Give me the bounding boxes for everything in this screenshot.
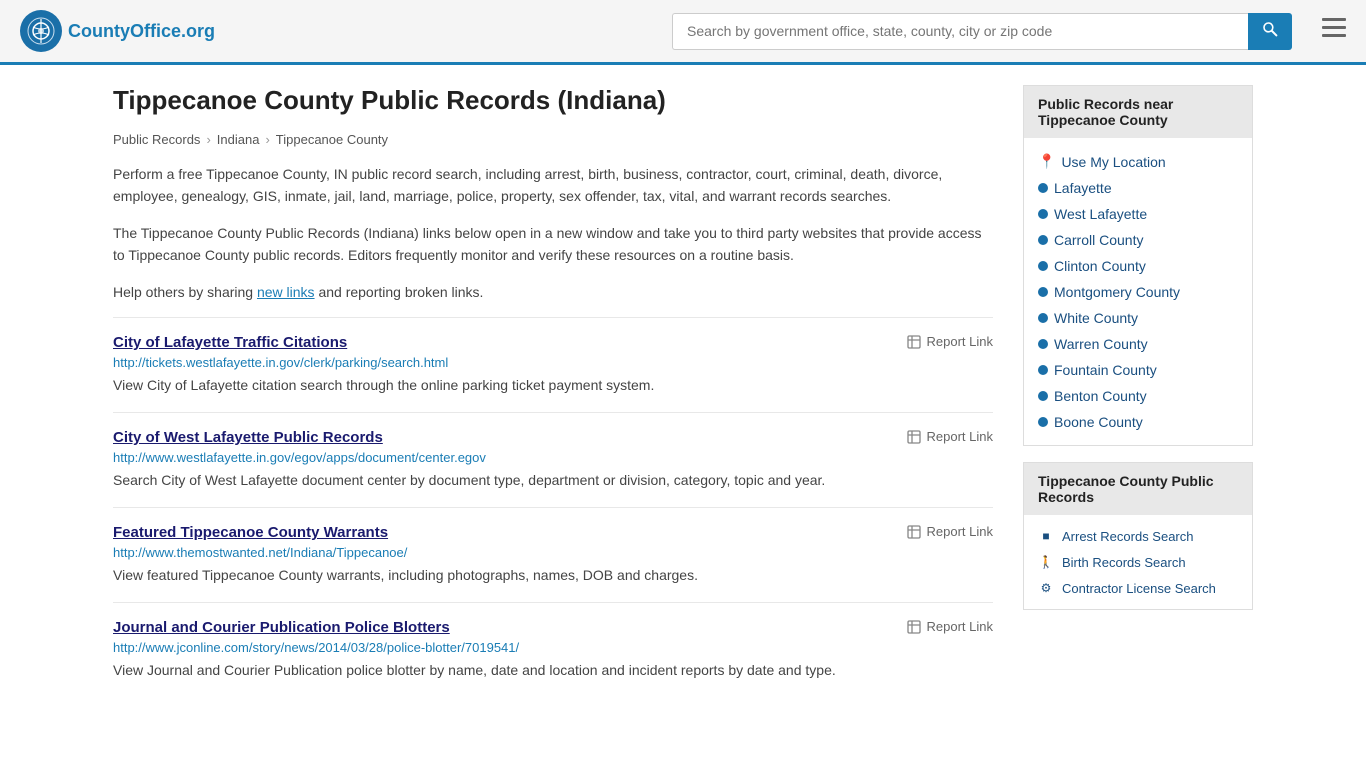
record-url-1[interactable]: http://www.westlafayette.in.gov/egov/app… (113, 450, 993, 465)
record-url-3[interactable]: http://www.jconline.com/story/news/2014/… (113, 640, 993, 655)
sidebar-record-item-0[interactable]: ■Arrest Records Search (1038, 523, 1238, 549)
record-url-2[interactable]: http://www.themostwanted.net/Indiana/Tip… (113, 545, 993, 560)
records-section: Tippecanoe County Public Records ■Arrest… (1023, 462, 1253, 610)
nearby-link-0[interactable]: Lafayette (1038, 175, 1238, 201)
breadcrumb-current: Tippecanoe County (276, 132, 388, 147)
breadcrumb-indiana[interactable]: Indiana (217, 132, 260, 147)
dot-icon (1038, 209, 1048, 219)
dot-icon (1038, 183, 1048, 193)
report-link-3[interactable]: Report Link (906, 619, 993, 635)
dot-icon (1038, 417, 1048, 427)
logo-icon (20, 10, 62, 52)
search-button[interactable] (1248, 13, 1292, 50)
record-title-3[interactable]: Journal and Courier Publication Police B… (113, 619, 450, 636)
location-icon: 📍 (1038, 153, 1055, 170)
record-item: City of West Lafayette Public Records Re… (113, 412, 993, 507)
nearby-link-4[interactable]: Montgomery County (1038, 279, 1238, 305)
report-link-2[interactable]: Report Link (906, 524, 993, 540)
record-title-0[interactable]: City of Lafayette Traffic Citations (113, 334, 347, 351)
search-input[interactable] (672, 13, 1248, 50)
description-3: Help others by sharing new links and rep… (113, 281, 993, 303)
sidebar-record-item-2[interactable]: ⚙Contractor License Search (1038, 575, 1238, 601)
content-area: Tippecanoe County Public Records (Indian… (113, 85, 993, 697)
logo-link[interactable]: CountyOffice.org (20, 10, 215, 52)
nearby-header: Public Records near Tippecanoe County (1024, 86, 1252, 138)
dot-icon (1038, 261, 1048, 271)
record-title-1[interactable]: City of West Lafayette Public Records (113, 429, 383, 446)
record-url-0[interactable]: http://tickets.westlafayette.in.gov/cler… (113, 355, 993, 370)
menu-button[interactable] (1322, 17, 1346, 45)
records-container: City of Lafayette Traffic Citations Repo… (113, 317, 993, 697)
record-item: Journal and Courier Publication Police B… (113, 602, 993, 697)
contractor-icon: ⚙ (1038, 580, 1054, 596)
report-link-0[interactable]: Report Link (906, 334, 993, 350)
record-item: Featured Tippecanoe County Warrants Repo… (113, 507, 993, 602)
record-title-2[interactable]: Featured Tippecanoe County Warrants (113, 524, 388, 541)
nearby-link-7[interactable]: Fountain County (1038, 357, 1238, 383)
search-bar (672, 13, 1292, 50)
record-desc-0: View City of Lafayette citation search t… (113, 375, 993, 396)
breadcrumb-public-records[interactable]: Public Records (113, 132, 200, 147)
logo-text: CountyOffice.org (68, 21, 215, 42)
records-list: ■Arrest Records Search🚶Birth Records Sea… (1024, 515, 1252, 609)
records-section-header: Tippecanoe County Public Records (1024, 463, 1252, 515)
nearby-link-6[interactable]: Warren County (1038, 331, 1238, 357)
record-desc-1: Search City of West Lafayette document c… (113, 470, 993, 491)
nearby-link-9[interactable]: Boone County (1038, 409, 1238, 435)
dot-icon (1038, 391, 1048, 401)
arrest-icon: ■ (1038, 528, 1054, 544)
nearby-body: 📍 Use My Location LafayetteWest Lafayett… (1024, 138, 1252, 445)
nearby-link-5[interactable]: White County (1038, 305, 1238, 331)
nearby-link-2[interactable]: Carroll County (1038, 227, 1238, 253)
nearby-link-1[interactable]: West Lafayette (1038, 201, 1238, 227)
new-links-link[interactable]: new links (257, 284, 315, 300)
dot-icon (1038, 287, 1048, 297)
nearby-link-3[interactable]: Clinton County (1038, 253, 1238, 279)
sidebar-record-item-1[interactable]: 🚶Birth Records Search (1038, 549, 1238, 575)
nearby-link-8[interactable]: Benton County (1038, 383, 1238, 409)
page-title: Tippecanoe County Public Records (Indian… (113, 85, 993, 116)
description-1: Perform a free Tippecanoe County, IN pub… (113, 163, 993, 208)
dot-icon (1038, 365, 1048, 375)
description-2: The Tippecanoe County Public Records (In… (113, 222, 993, 267)
dot-icon (1038, 339, 1048, 349)
nearby-section: Public Records near Tippecanoe County 📍 … (1023, 85, 1253, 446)
nearby-links: LafayetteWest LafayetteCarroll CountyCli… (1038, 175, 1238, 435)
dot-icon (1038, 235, 1048, 245)
use-my-location-link[interactable]: 📍 Use My Location (1038, 148, 1238, 175)
breadcrumb: Public Records › Indiana › Tippecanoe Co… (113, 132, 993, 147)
report-link-1[interactable]: Report Link (906, 429, 993, 445)
dot-icon (1038, 313, 1048, 323)
main-container: Tippecanoe County Public Records (Indian… (93, 65, 1273, 717)
record-item: City of Lafayette Traffic Citations Repo… (113, 317, 993, 412)
birth-icon: 🚶 (1038, 554, 1054, 570)
record-desc-2: View featured Tippecanoe County warrants… (113, 565, 993, 586)
record-desc-3: View Journal and Courier Publication pol… (113, 660, 993, 681)
header: CountyOffice.org (0, 0, 1366, 65)
sidebar: Public Records near Tippecanoe County 📍 … (1023, 85, 1253, 697)
